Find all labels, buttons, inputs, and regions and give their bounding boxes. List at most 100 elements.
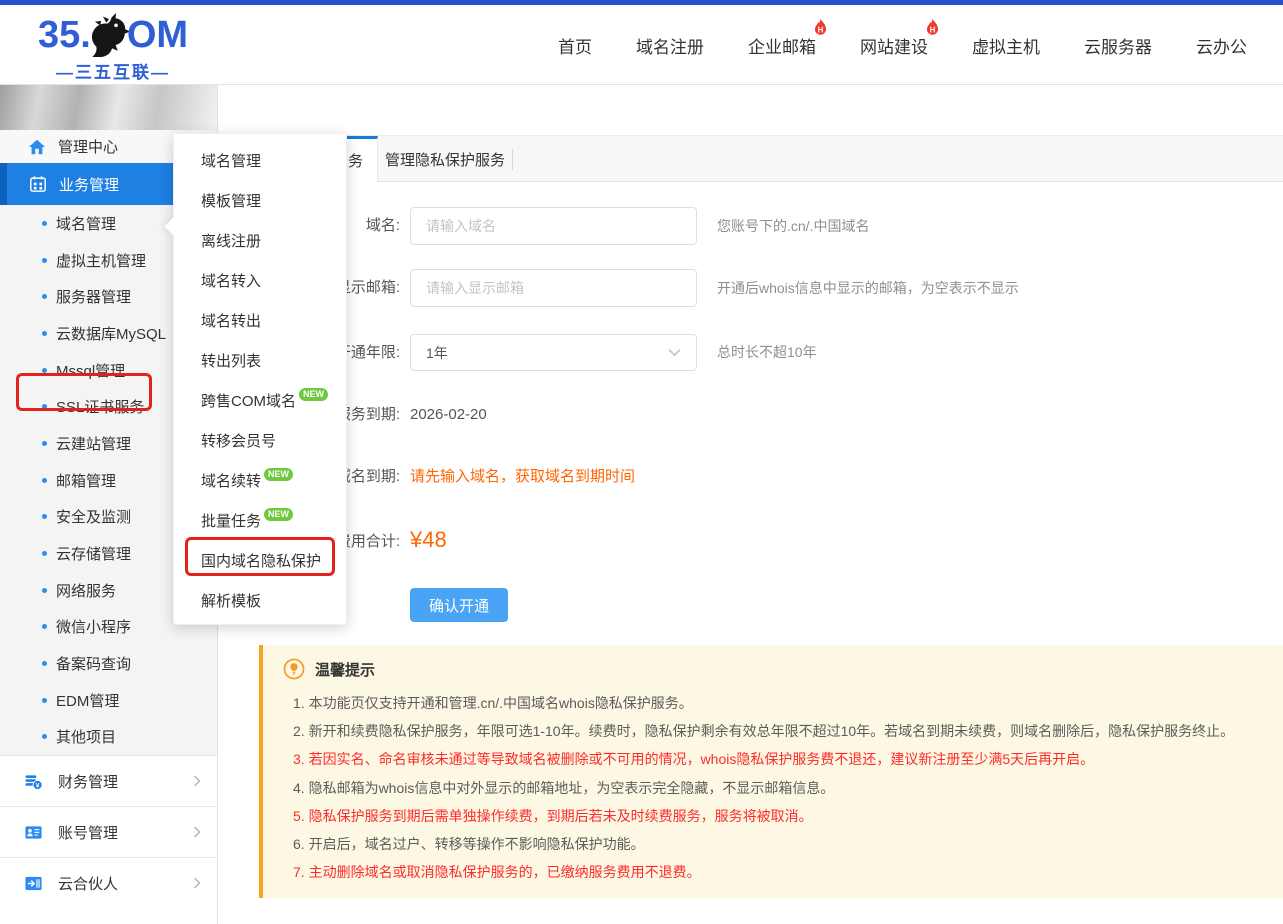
sidebar-item-cloud-partner[interactable]: 云合伙人 — [0, 857, 217, 908]
partner-arrow-icon — [24, 874, 43, 893]
flyout-item-label: 转移会员号 — [201, 430, 276, 451]
flyout-item-template-management[interactable]: 模板管理 — [174, 180, 346, 220]
sidebar-item-label: 域名管理 — [56, 213, 116, 234]
open-years-select[interactable]: 1年 — [410, 334, 697, 371]
sidebar-item-label: 虚拟主机管理 — [56, 250, 146, 271]
flyout-item-transfer-out-list[interactable]: 转出列表 — [174, 340, 346, 380]
nav-label: 虚拟主机 — [972, 38, 1040, 57]
chevron-right-icon — [193, 877, 201, 889]
confirm-open-button[interactable]: 确认开通 — [410, 588, 508, 622]
logo-text-row: 35. OM — [38, 11, 188, 57]
flyout-item-label: 离线注册 — [201, 230, 261, 251]
flyout-item-label: 跨售COM域名 — [201, 390, 296, 411]
logo-number: 35. — [38, 13, 91, 57]
sidebar-item-label: 邮箱管理 — [56, 470, 116, 491]
warm-tips-header: 温馨提示 — [283, 658, 375, 680]
nav-item-website-building[interactable]: 网站建设 H — [860, 33, 928, 58]
nav-item-cloud-office[interactable]: 云办公 — [1196, 33, 1247, 58]
brand-logo[interactable]: 35. OM —三五互联— — [38, 11, 188, 83]
tab-label: 管理隐私保护服务 — [385, 149, 505, 170]
sidebar-item-label: 云存储管理 — [56, 543, 131, 564]
sidebar-item-label: 账号管理 — [58, 822, 118, 843]
svg-text:H: H — [818, 25, 824, 34]
flyout-item-label: 域名续转 — [201, 470, 261, 491]
sidebar-item-label: 其他项目 — [56, 726, 116, 747]
tip-item-2: 2. 新开和续费隐私保护服务，年限可选1-10年。续费时，隐私保护剩余有效总年限… — [293, 717, 1234, 745]
warm-tips-panel: 温馨提示 1. 本功能页仅支持开通和管理.cn/.中国域名whois隐私保护服务… — [259, 645, 1283, 898]
chevron-down-icon — [668, 348, 681, 357]
dragon-head-icon — [87, 11, 131, 59]
tab-manage-privacy-service[interactable]: 管理隐私保护服务 — [378, 136, 512, 182]
calendar-grid-icon — [29, 175, 47, 193]
lightbulb-icon — [283, 658, 305, 680]
sidebar-item-label: 管理中心 — [58, 136, 118, 157]
tip-item-4: 4. 隐私邮箱为whois信息中对外显示的邮箱地址，为空表示完全隐藏，不显示邮箱… — [293, 774, 1234, 802]
warm-tips-list: 1. 本功能页仅支持开通和管理.cn/.中国域名whois隐私保护服务。 2. … — [293, 689, 1234, 886]
domain-expire-value: 请先输入域名，获取域名到期时间 — [410, 468, 635, 486]
nav-item-cloud-server[interactable]: 云服务器 — [1084, 33, 1152, 58]
sidebar-section-label: 业务管理 — [59, 174, 119, 195]
sidebar-item-label: EDM管理 — [56, 690, 119, 711]
service-expire-value: 2026-02-20 — [410, 406, 487, 424]
flyout-item-domain-renew-transfer[interactable]: 域名续转 NEW — [174, 460, 346, 500]
flyout-item-label: 国内域名隐私保护 — [201, 550, 321, 571]
flyout-item-transfer-member-id[interactable]: 转移会员号 — [174, 420, 346, 460]
flyout-item-label: 域名转入 — [201, 270, 261, 291]
total-fee-value: ¥48 — [410, 526, 447, 554]
sidebar-item-edm-management[interactable]: EDM管理 — [0, 682, 217, 719]
new-badge: NEW — [264, 468, 293, 481]
nav-label: 企业邮箱 — [748, 38, 816, 57]
sidebar-item-finance-management[interactable]: ¥ 财务管理 — [0, 755, 217, 806]
flyout-item-domestic-domain-privacy[interactable]: 国内域名隐私保护 — [174, 540, 346, 580]
sidebar-item-label: 服务器管理 — [56, 286, 131, 307]
hot-flame-icon: H — [925, 19, 940, 37]
flyout-item-label: 批量任务 — [201, 510, 261, 531]
tip-item-6: 6. 开启后，域名过户、转移等操作不影响隐私保护功能。 — [293, 830, 1234, 858]
open-years-hint: 总时长不超10年 — [717, 334, 817, 371]
display-email-input[interactable] — [410, 269, 697, 307]
sidebar-item-label: 云合伙人 — [58, 873, 118, 894]
domain-input[interactable] — [410, 207, 697, 245]
logo-suffix: OM — [127, 13, 188, 57]
flyout-item-dns-template[interactable]: 解析模板 — [174, 580, 346, 620]
flyout-item-label: 解析模板 — [201, 590, 261, 611]
tab-divider — [512, 149, 513, 170]
home-icon — [28, 138, 46, 156]
flyout-item-domain-transfer-in[interactable]: 域名转入 — [174, 260, 346, 300]
site-header: 35. OM —三五互联— 首页 域名注册 企业邮箱 H 网 — [0, 5, 1283, 85]
nav-label: 网站建设 — [860, 38, 928, 57]
warm-tips-title: 温馨提示 — [315, 659, 375, 680]
svg-text:H: H — [930, 25, 936, 34]
tip-item-5: 5. 隐私保护服务到期后需单独操作续费，到期后若未及时续费服务，服务将被取消。 — [293, 802, 1234, 830]
domain-management-flyout-menu: 域名管理 模板管理 离线注册 域名转入 域名转出 转出列表 跨售COM域名 NE… — [173, 133, 347, 625]
svg-text:¥: ¥ — [36, 782, 40, 789]
nav-item-virtual-host[interactable]: 虚拟主机 — [972, 33, 1040, 58]
hot-flame-icon: H — [813, 19, 828, 37]
sidebar-item-label: 安全及监测 — [56, 506, 131, 527]
flyout-item-batch-tasks[interactable]: 批量任务 NEW — [174, 500, 346, 540]
flyout-item-offline-register[interactable]: 离线注册 — [174, 220, 346, 260]
new-badge: NEW — [299, 388, 328, 401]
sidebar-item-icp-code-query[interactable]: 备案码查询 — [0, 645, 217, 682]
sidebar-item-label: SSL证书服务 — [56, 396, 144, 417]
flyout-item-cross-sell-com-domain[interactable]: 跨售COM域名 NEW — [174, 380, 346, 420]
chevron-right-icon — [193, 826, 201, 838]
nav-item-home[interactable]: 首页 — [558, 33, 592, 58]
app-root: 35. OM —三五互联— 首页 域名注册 企业邮箱 H 网 — [0, 0, 1283, 924]
sidebar-item-label: 网络服务 — [56, 580, 116, 601]
chevron-right-icon — [193, 775, 201, 787]
nav-label: 云办公 — [1196, 38, 1247, 57]
nav-item-enterprise-mail[interactable]: 企业邮箱 H — [748, 33, 816, 58]
sidebar-item-label: 云数据库MySQL — [56, 323, 166, 344]
top-navigation: 首页 域名注册 企业邮箱 H 网站建设 H 虚拟主机 云服务器 云办公 — [558, 5, 1247, 85]
flyout-item-label: 域名管理 — [201, 150, 261, 171]
nav-item-domain-register[interactable]: 域名注册 — [636, 33, 704, 58]
sidebar-item-account-management[interactable]: 账号管理 — [0, 806, 217, 857]
flyout-item-domain-management[interactable]: 域名管理 — [174, 140, 346, 180]
sidebar-item-other-projects[interactable]: 其他项目 — [0, 718, 217, 755]
nav-label: 首页 — [558, 38, 592, 57]
flyout-item-domain-transfer-out[interactable]: 域名转出 — [174, 300, 346, 340]
sidebar-item-label: 财务管理 — [58, 771, 118, 792]
flyout-item-label: 转出列表 — [201, 350, 261, 371]
sidebar-item-label: 云建站管理 — [56, 433, 131, 454]
